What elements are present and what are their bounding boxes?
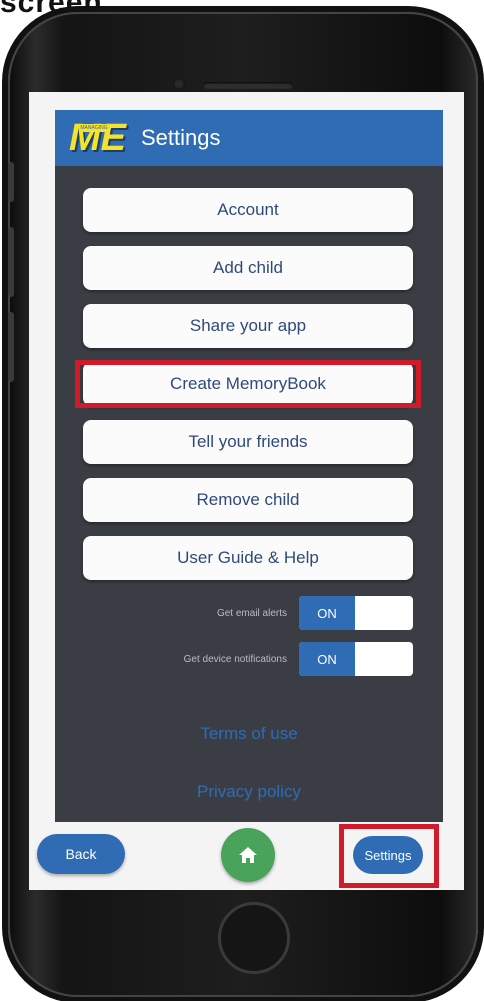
mute-switch: [8, 162, 14, 202]
phone-screen: ME MANAGING Settings Account Add child S…: [29, 92, 464, 890]
add-child-button[interactable]: Add child: [83, 246, 413, 290]
footer-bar: Back Settings: [29, 822, 464, 890]
volume-down-button: [8, 312, 14, 382]
device-notifications-label: Get device notifications: [183, 653, 287, 665]
page-title: Settings: [141, 125, 221, 150]
device-notifications-toggle[interactable]: ON: [299, 642, 413, 676]
email-alerts-state: ON: [299, 596, 355, 630]
email-alerts-toggle[interactable]: ON: [299, 596, 413, 630]
front-camera: [173, 78, 185, 90]
terms-of-use-link[interactable]: Terms of use: [55, 724, 443, 744]
back-button[interactable]: Back: [37, 834, 125, 874]
share-app-button[interactable]: Share your app: [83, 304, 413, 348]
privacy-policy-link[interactable]: Privacy policy: [55, 782, 443, 802]
logo-tag: MANAGING: [79, 124, 109, 132]
memorybook-highlight-box: [75, 360, 421, 408]
hardware-home-button[interactable]: [218, 902, 290, 974]
home-button[interactable]: [221, 828, 275, 882]
app-logo: ME MANAGING: [69, 118, 126, 158]
home-icon: [239, 847, 257, 863]
tell-friends-button[interactable]: Tell your friends: [83, 420, 413, 464]
app-header: ME MANAGING Settings: [55, 110, 443, 166]
account-button[interactable]: Account: [83, 188, 413, 232]
email-alerts-row: Get email alerts ON: [217, 596, 413, 630]
email-alerts-label: Get email alerts: [216, 607, 287, 619]
volume-up-button: [8, 227, 14, 297]
device-notifications-state: ON: [299, 642, 355, 676]
device-notifications-row: Get device notifications ON: [184, 642, 413, 676]
user-guide-help-button[interactable]: User Guide & Help: [83, 536, 413, 580]
remove-child-button[interactable]: Remove child: [83, 478, 413, 522]
settings-highlight-box: [339, 824, 439, 888]
settings-panel: ME MANAGING Settings Account Add child S…: [55, 110, 443, 822]
earpiece-speaker: [203, 82, 293, 89]
